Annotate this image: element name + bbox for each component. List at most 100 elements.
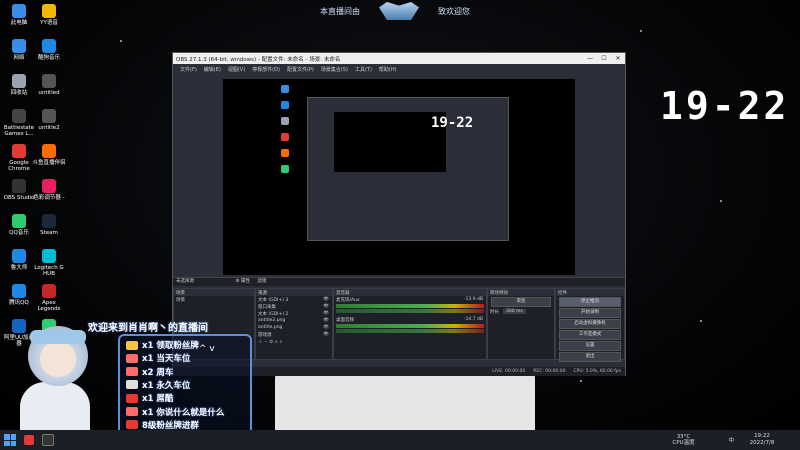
app-icon [42,249,56,263]
windows-start-icon[interactable] [4,434,16,446]
mixer-channel-mic: 麦克风/Aux -13.9 dB [334,296,486,313]
app-icon [12,4,26,18]
settings-button[interactable]: 设置 [559,341,621,351]
ime-indicator[interactable]: 中 [728,436,734,444]
app-icon [12,39,26,53]
studio-mode-button[interactable]: 工作室模式 [559,330,621,340]
source-toolbar: 未选择源 ⚙ 属性 滤镜 [173,278,625,286]
desktop-icon-label: Logitech G HUB [34,265,64,277]
obs-titlebar[interactable]: OBS 27.1.3 (64-bit, windows) - 配置文件: 未命名… [173,53,625,64]
mic-volume-slider[interactable] [336,309,484,313]
gift-row: x1 你说什么就是什么 [126,405,266,419]
menu-profile[interactable]: 配置文件(P) [287,66,314,73]
minimize-button[interactable]: — [583,55,597,62]
desktop-icon-label: untitle2 [38,125,60,131]
menu-scene-collection[interactable]: 场景集合(S) [321,66,348,73]
preview-desktop-icon [281,117,289,125]
desktop-icon[interactable]: YY语音 [32,4,66,26]
cpu-temp-widget[interactable]: 33°C CPU温度 [668,434,698,446]
menu-tools[interactable]: 工具(T) [355,66,372,73]
source-list: 文本 (GDI+) 3 👁 窗口采集 👁 文本 (GDI+) 2 👁 antitle2.pn… [256,296,332,338]
desktop-icon[interactable]: 酷狗音乐 [32,39,66,61]
app-icon [42,109,56,123]
gear-icon[interactable]: ⚙ [235,279,239,284]
source-item[interactable]: 文本 (GDI+) 2 👁 [256,310,332,317]
desktop-icon[interactable]: 回收站 [2,74,36,96]
eye-icon[interactable]: 👁 [323,325,329,330]
source-item[interactable]: 游戏源 👁 [256,331,332,338]
transitions-dock: 转场特效 渐变 时长 300 ms [487,288,555,360]
desktop-icon[interactable]: 此电脑 [2,4,36,26]
system-tray: 33°C CPU温度 中 19:22 2022/7/8 [668,430,800,450]
obs-taskbar-icon[interactable] [42,434,54,446]
exit-button[interactable]: 退出 [559,352,621,362]
filters-button[interactable]: 滤镜 [257,279,266,284]
scene-item[interactable]: 场景 [174,296,254,303]
stop-streaming-button[interactable]: 停止推流 [559,297,621,307]
source-name: 文本 (GDI+) 3 [258,297,289,303]
desktop-icon[interactable]: Steam [32,214,66,236]
transition-type-select[interactable]: 渐变 [491,297,551,307]
desktop-icon[interactable]: Google Chrome [2,144,36,172]
avatar-goggles [30,330,86,344]
desktop-icon[interactable]: Apex Legends [32,284,66,312]
desktop-icon-label: 鲁大师 [10,265,28,271]
desktop-icon[interactable]: Logitech G HUB [32,249,66,277]
desktop-icon[interactable]: untitle2 [32,109,66,131]
taskbar-date: 2022/7/8 [749,440,775,446]
menu-view[interactable]: 视图(V) [228,66,245,73]
eye-icon[interactable]: 👁 [323,304,329,309]
gift-icon [126,407,138,416]
start-virtual-camera-button[interactable]: 启动虚拟摄像机 [559,319,621,329]
source-item[interactable]: 文本 (GDI+) 3 👁 [256,296,332,303]
desktop-icon[interactable]: Battlestate Games L... [2,109,36,137]
gift-row: x1 领取粉丝牌 [126,338,266,352]
desktop-icon[interactable]: 腾讯QQ [2,284,36,306]
mixer-dock-title: 混音器 [334,289,486,296]
source-add-remove-bar[interactable]: ＋ − ⚙ ∧ ∨ [256,338,332,345]
desktop-icon-label: 网络 [13,55,25,61]
menu-edit[interactable]: 编辑(E) [204,66,221,73]
app-icon [42,39,56,53]
source-item[interactable]: antitle2.png 👁 [256,317,332,324]
gift-icon [126,353,138,363]
streamer-avatar [20,322,90,430]
duration-input[interactable]: 300 ms [503,309,526,314]
menu-file[interactable]: 文件(F) [180,66,197,73]
duration-label: 时长 [490,309,499,315]
source-item[interactable]: 窗口采集 👁 [256,303,332,310]
desktop-icon-label: 色彩调节器 - [33,195,65,201]
desktop-icon-label: 此电脑 [10,20,28,26]
eye-icon[interactable]: 👁 [323,297,329,302]
desktop-icon[interactable]: 色彩调节器 - [32,179,66,201]
desktop-volume-slider[interactable] [336,329,484,333]
properties-button[interactable]: 属性 [241,279,250,284]
source-item[interactable]: antitle.png 👁 [256,324,332,331]
chrome-taskbar-icon[interactable] [24,435,34,445]
obs-menubar: 文件(F) 编辑(E) 视图(V) 停靠部件(D) 配置文件(P) 场景集合(S… [173,64,625,74]
start-recording-button[interactable]: 开始录制 [559,308,621,318]
eye-icon[interactable]: 👁 [323,311,329,316]
app-icon [12,214,26,228]
app-icon [12,74,26,88]
preview-desktop-icon [281,165,289,173]
eye-icon[interactable]: 👁 [323,332,329,337]
taskbar-clock[interactable]: 19:22 2022/7/8 [744,433,780,447]
eye-icon[interactable]: 👁 [323,318,329,323]
app-icon [42,74,56,88]
desktop-icon[interactable]: 斗鱼直播伴侣 [32,144,66,166]
desktop-icon[interactable]: 网络 [2,39,36,61]
controls-dock-title: 控件 [556,289,624,296]
desktop-icon[interactable]: QQ音乐 [2,214,36,236]
obs-preview[interactable]: 19-22 [223,79,575,275]
desktop-icon[interactable]: OBS Studio [2,179,36,201]
desktop-icon[interactable]: 鲁大师 [2,249,36,271]
desktop-icon[interactable]: untitled [32,74,66,96]
desktop-audio-label: 桌面音频 [336,317,354,323]
obs-window[interactable]: OBS 27.1.3 (64-bit, windows) - 配置文件: 未命名… [172,52,626,376]
menu-help[interactable]: 帮助(H) [379,66,397,73]
maximize-button[interactable]: ☐ [597,55,611,62]
close-button[interactable]: ✕ [611,55,625,62]
gift-icon [126,380,138,390]
menu-docks[interactable]: 停靠部件(D) [252,66,280,73]
